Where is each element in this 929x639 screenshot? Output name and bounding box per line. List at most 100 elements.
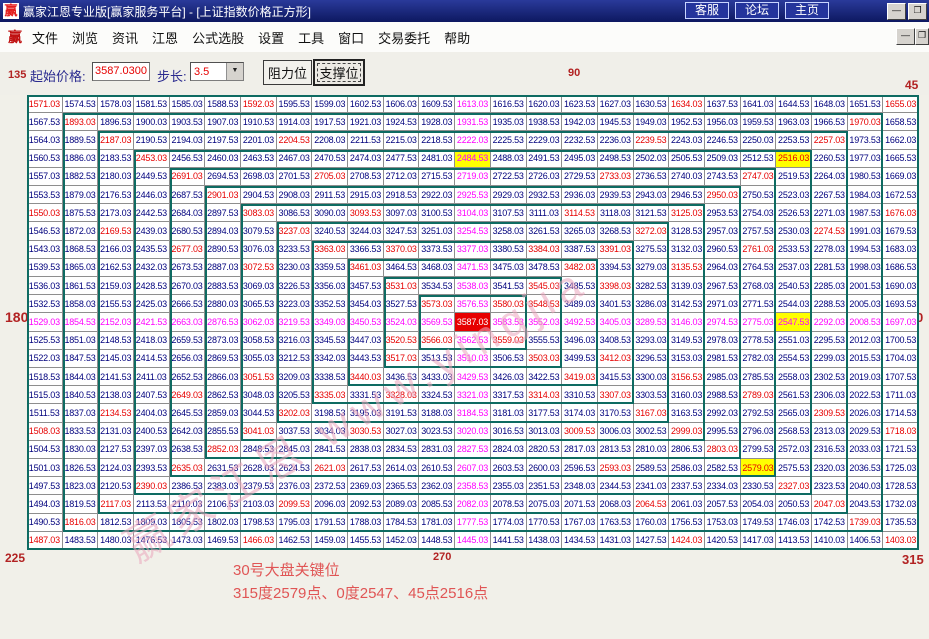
grid-cell[interactable]: 3097.03 (384, 204, 420, 222)
grid-cell[interactable]: 2131.03 (98, 423, 134, 441)
menu-item-help[interactable]: 帮助 (444, 28, 470, 47)
grid-cell[interactable]: 1455.53 (348, 532, 384, 550)
grid-cell[interactable]: 2288.53 (812, 295, 848, 313)
grid-cell[interactable]: 1441.53 (491, 532, 527, 550)
grid-cell[interactable]: 1753.03 (705, 514, 741, 532)
grid-cell[interactable]: 3167.03 (634, 404, 670, 422)
grid-cell[interactable]: 3076.03 (241, 241, 277, 259)
grid-cell[interactable]: 1795.03 (277, 514, 313, 532)
grid-cell[interactable]: 2519.53 (776, 168, 812, 186)
grid-cell[interactable]: 2274.53 (812, 222, 848, 240)
grid-cell[interactable]: 1924.53 (384, 113, 420, 131)
grid-cell[interactable]: 1879.03 (63, 186, 99, 204)
grid-cell[interactable]: 2379.53 (241, 477, 277, 495)
grid-cell[interactable]: 2890.53 (205, 241, 241, 259)
grid-cell[interactable]: 2285.03 (812, 277, 848, 295)
grid-cell[interactable]: 2999.03 (669, 423, 705, 441)
grid-cell[interactable]: 2145.03 (98, 350, 134, 368)
grid-cell[interactable]: 3454.03 (348, 295, 384, 313)
grid-cell[interactable]: 2036.53 (848, 459, 884, 477)
grid-cell[interactable]: 1945.53 (598, 113, 634, 131)
grid-cell[interactable]: 3237.03 (277, 222, 313, 240)
grid-cell[interactable]: 2054.03 (741, 495, 777, 513)
grid-cell[interactable]: 3569.53 (419, 313, 455, 331)
grid-cell[interactable]: 2533.53 (776, 241, 812, 259)
grid-cell[interactable]: 1532.53 (27, 295, 63, 313)
grid-cell[interactable]: 2183.53 (98, 150, 134, 168)
grid-cell[interactable]: 3125.03 (669, 204, 705, 222)
grid-cell[interactable]: 2204.53 (277, 131, 313, 149)
grid-cell[interactable]: 1452.03 (384, 532, 420, 550)
grid-cell[interactable]: 3006.03 (598, 423, 634, 441)
grid-cell[interactable]: 2120.53 (98, 477, 134, 495)
grid-cell[interactable]: 2589.53 (634, 459, 670, 477)
grid-cell[interactable]: 2439.03 (134, 222, 170, 240)
grid-cell[interactable]: 2421.53 (134, 313, 170, 331)
grid-cell[interactable]: 3258.03 (491, 222, 527, 240)
grid-cell[interactable]: 1910.53 (241, 113, 277, 131)
grid-cell[interactable]: 1595.53 (277, 95, 313, 113)
grid-cell[interactable]: 2085.53 (419, 495, 455, 513)
grid-cell[interactable]: 3531.03 (384, 277, 420, 295)
grid-cell[interactable]: 1889.53 (63, 131, 99, 149)
grid-cell[interactable]: 1697.03 (883, 313, 919, 331)
grid-cell[interactable]: 3387.53 (562, 241, 598, 259)
grid-cell[interactable]: 2022.53 (848, 386, 884, 404)
grid-cell[interactable]: 3363.03 (312, 241, 348, 259)
grid-cell[interactable]: 1679.53 (883, 222, 919, 240)
grid-cell[interactable]: 2817.03 (562, 441, 598, 459)
grid-cell[interactable]: 2922.03 (419, 186, 455, 204)
grid-cell[interactable]: 2964.03 (705, 259, 741, 277)
grid-cell[interactable]: 1767.03 (562, 514, 598, 532)
grid-cell[interactable]: 3086.53 (277, 204, 313, 222)
grid-cell[interactable]: 3230.03 (277, 259, 313, 277)
grid-cell[interactable]: 2299.03 (812, 350, 848, 368)
grid-cell[interactable]: 1728.53 (883, 477, 919, 495)
grid-cell[interactable]: 2925.53 (455, 186, 491, 204)
grid-cell[interactable]: 3471.53 (455, 259, 491, 277)
grid-cell[interactable]: 1585.03 (170, 95, 206, 113)
grid-cell[interactable]: 2236.03 (598, 131, 634, 149)
grid-cell[interactable]: 3048.03 (241, 386, 277, 404)
grid-cell[interactable]: 3142.53 (669, 295, 705, 313)
grid-cell[interactable]: 1473.03 (170, 532, 206, 550)
grid-cell[interactable]: 2733.03 (598, 168, 634, 186)
grid-cell[interactable]: 3111.03 (527, 204, 563, 222)
grid-cell[interactable]: 1606.03 (384, 95, 420, 113)
grid-cell[interactable]: 2820.53 (527, 441, 563, 459)
grid-cell[interactable]: 2985.03 (705, 368, 741, 386)
zhuye-button[interactable]: 主页 (785, 2, 829, 19)
grid-cell[interactable]: 2348.03 (562, 477, 598, 495)
grid-cell[interactable]: 2915.03 (348, 186, 384, 204)
grid-cell[interactable]: 3114.53 (562, 204, 598, 222)
grid-cell[interactable]: 2232.53 (562, 131, 598, 149)
grid-cell[interactable]: 1847.53 (63, 350, 99, 368)
grid-cell[interactable]: 3041.03 (241, 423, 277, 441)
grid-cell[interactable]: 2190.53 (134, 131, 170, 149)
grid-cell[interactable]: 2512.53 (741, 150, 777, 168)
grid-cell[interactable]: 3314.03 (527, 386, 563, 404)
grid-cell[interactable]: 1928.03 (419, 113, 455, 131)
grid-cell[interactable]: 2166.03 (98, 241, 134, 259)
grid-cell[interactable]: 1742.53 (812, 514, 848, 532)
grid-cell[interactable]: 2320.03 (812, 459, 848, 477)
grid-cell[interactable]: 1917.53 (312, 113, 348, 131)
grid-cell[interactable]: 2810.03 (634, 441, 670, 459)
grid-cell[interactable]: 2764.53 (741, 259, 777, 277)
grid-cell[interactable]: 2243.03 (669, 131, 705, 149)
grid-cell[interactable]: 1812.53 (98, 514, 134, 532)
grid-cell[interactable]: 2526.53 (776, 204, 812, 222)
grid-cell[interactable]: 2040.03 (848, 477, 884, 495)
grid-cell[interactable]: 2488.03 (491, 150, 527, 168)
grid-cell[interactable]: 3303.53 (634, 386, 670, 404)
grid-cell[interactable]: 1483.53 (63, 532, 99, 550)
grid-cell[interactable]: 3044.53 (241, 404, 277, 422)
grid-cell[interactable]: 3023.53 (419, 423, 455, 441)
grid-cell[interactable]: 2624.53 (277, 459, 313, 477)
grid-cell[interactable]: 2901.03 (205, 186, 241, 204)
grid-cell[interactable]: 2635.03 (170, 459, 206, 477)
grid-cell[interactable]: 2939.53 (598, 186, 634, 204)
grid-cell[interactable]: 2481.03 (419, 150, 455, 168)
grid-cell[interactable]: 2078.53 (491, 495, 527, 513)
grid-cell[interactable]: 1949.03 (634, 113, 670, 131)
